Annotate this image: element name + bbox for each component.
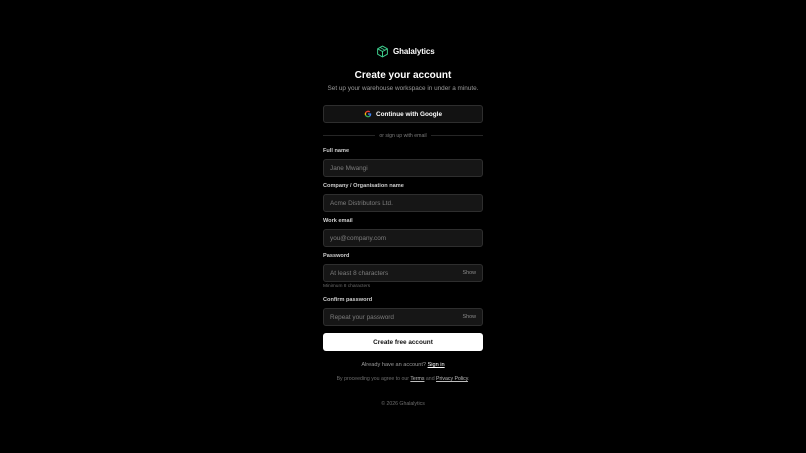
password-field-wrapper: Show (323, 264, 483, 282)
privacy-policy-link[interactable]: Privacy Policy (436, 376, 468, 382)
signin-prompt-row: Already have an account? Sign in (0, 362, 806, 368)
google-button-label: Continue with Google (375, 110, 443, 118)
email-input[interactable] (330, 234, 476, 242)
password-show-toggle[interactable]: Show (463, 270, 477, 276)
confirm-password-field-wrapper: Show (323, 308, 483, 326)
terms-suffix: . (467, 376, 470, 382)
confirm-password-label: Confirm password (323, 297, 373, 303)
company-input[interactable] (330, 199, 476, 207)
password-hint: Minimum 8 characters (323, 284, 371, 289)
terms-link[interactable]: Terms (410, 376, 424, 382)
create-account-button[interactable]: Create free account (323, 333, 483, 351)
divider-line (430, 135, 484, 136)
terms-prefix: By proceeding you agree to our (336, 376, 409, 382)
confirm-password-show-toggle[interactable]: Show (463, 314, 477, 320)
terms-notice: By proceeding you agree to our Terms and… (0, 376, 806, 382)
divider-line (323, 135, 376, 136)
signin-link[interactable]: Sign in (428, 362, 445, 368)
password-label: Password (323, 253, 350, 259)
cube-icon (377, 45, 388, 58)
brand: Ghalalytics (376, 45, 435, 58)
email-field-wrapper (323, 229, 483, 247)
password-input[interactable] (330, 269, 459, 277)
divider-text: or sign up with email (379, 132, 427, 139)
brand-name: Ghalalytics (393, 47, 435, 56)
full-name-label: Full name (323, 148, 350, 154)
signin-prompt: Already have an account? (361, 362, 426, 368)
confirm-password-input[interactable] (330, 313, 459, 321)
google-signin-button[interactable]: Continue with Google (323, 105, 483, 123)
company-field-wrapper (323, 194, 483, 212)
page-title: Create your account (354, 70, 452, 81)
page-subtitle: Set up your warehouse workspace in under… (327, 85, 479, 92)
email-label: Work email (323, 218, 353, 224)
company-label: Company / Organisation name (323, 183, 404, 189)
signup-page: Ghalalytics Create your account Set up y… (0, 0, 806, 453)
full-name-input[interactable] (330, 164, 476, 172)
terms-conjunction: and (425, 376, 435, 382)
or-divider: or sign up with email (323, 132, 484, 139)
footer-copyright: © 2026 Ghalalytics (381, 401, 425, 407)
google-icon (364, 110, 372, 118)
full-name-field-wrapper (323, 159, 483, 177)
